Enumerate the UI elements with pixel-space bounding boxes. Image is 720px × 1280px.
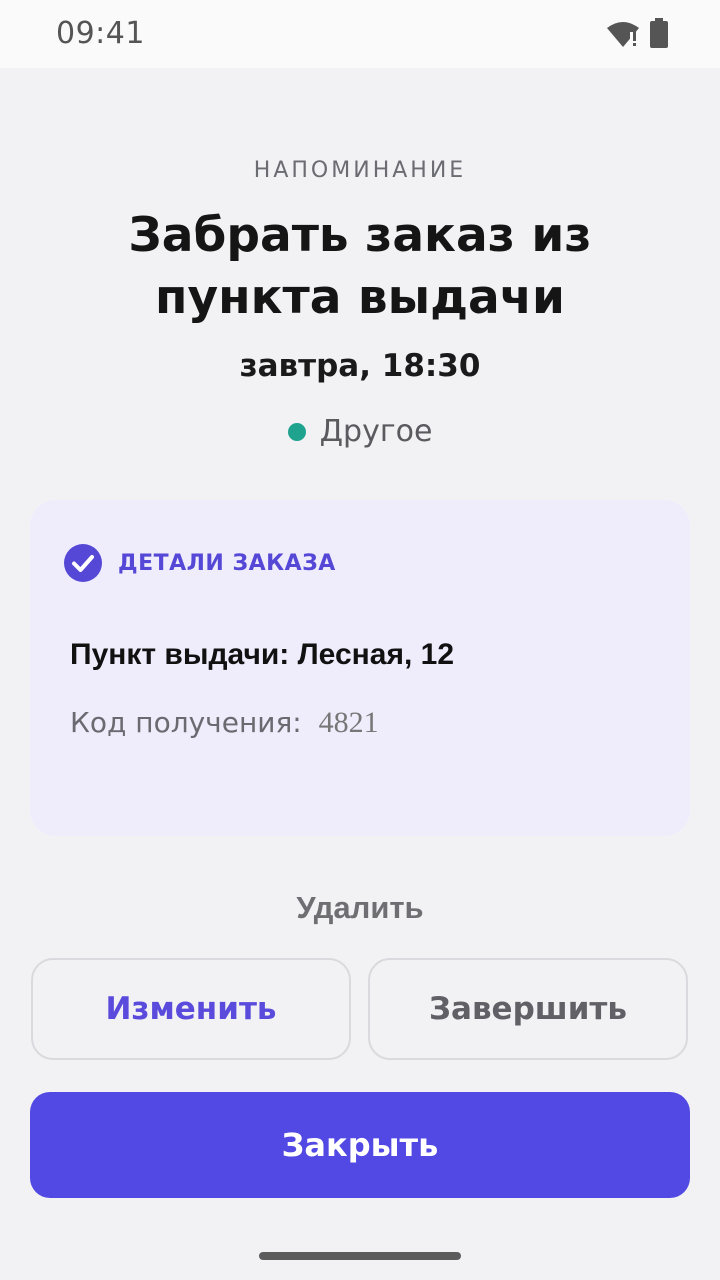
status-bar: 09:41 <box>0 0 720 68</box>
delete-button[interactable]: Удалить <box>260 884 460 932</box>
reminder-eyebrow: НАПОМИНАНИЕ <box>253 158 467 183</box>
pickup-code-row: Код получения: 4821 <box>70 706 379 740</box>
finish-button[interactable]: Завершить <box>368 958 688 1060</box>
pickup-code-label: Код получения: <box>70 706 302 739</box>
status-time: 09:41 <box>56 16 145 51</box>
details-header-label: ДЕТАЛИ ЗАКАЗА <box>118 550 336 576</box>
details-header: ДЕТАЛИ ЗАКАЗА <box>64 544 336 582</box>
check-circle-icon <box>64 544 102 582</box>
home-indicator[interactable] <box>259 1252 461 1260</box>
edit-button[interactable]: Изменить <box>31 958 351 1060</box>
reminder-datetime: завтра, 18:30 <box>239 348 481 384</box>
wifi-icon <box>607 22 639 47</box>
category-dot-icon <box>287 422 306 441</box>
page-title: Забрать заказ из пункта выдачи <box>128 208 592 325</box>
close-button[interactable]: Закрыть <box>30 1092 690 1198</box>
pickup-point: Пункт выдачи: Лесная, 12 <box>70 638 455 671</box>
category-tag: Другое <box>0 414 720 449</box>
battery-icon <box>650 18 668 48</box>
order-details-card: ДЕТАЛИ ЗАКАЗА Пункт выдачи: Лесная, 12 К… <box>30 500 690 836</box>
category-label: Другое <box>319 414 433 449</box>
pickup-code-value: 4821 <box>318 706 379 739</box>
